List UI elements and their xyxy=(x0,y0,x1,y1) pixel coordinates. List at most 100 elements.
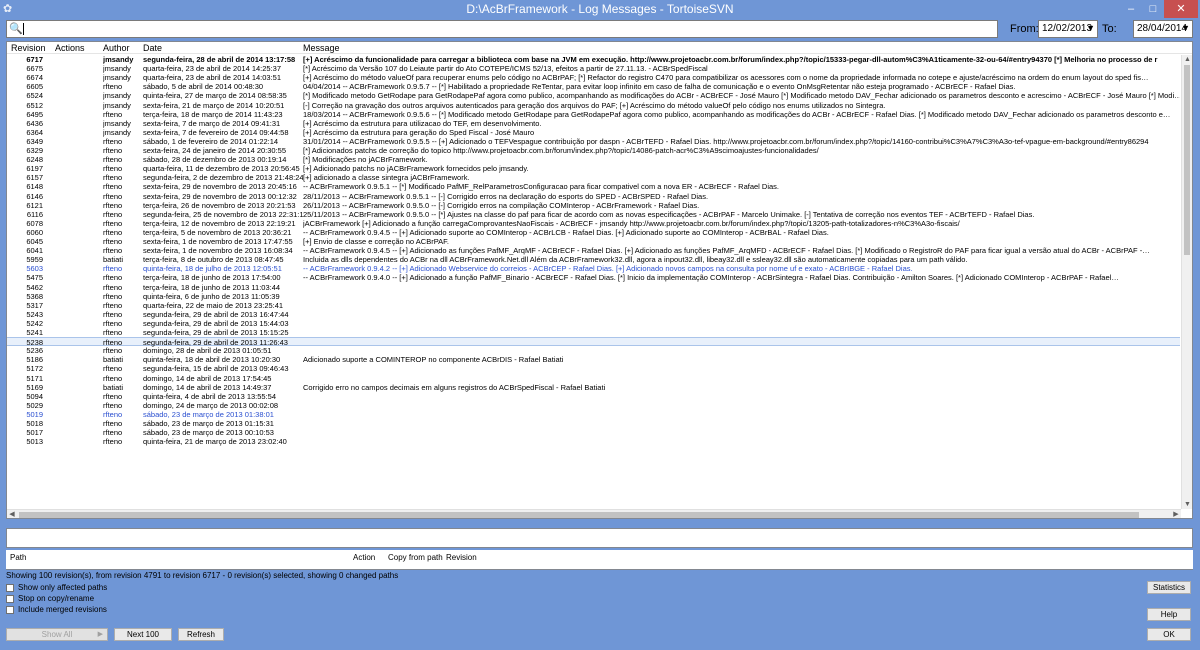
log-row[interactable]: 6060 rfteno terça-feira, 5 de novembro de … xyxy=(7,228,1180,237)
log-row[interactable]: 5017 rfteno sábado, 23 de março de 2013 00… xyxy=(7,428,1180,437)
log-row[interactable]: 6157 rfteno segunda-feira, 2 de dezembro d… xyxy=(7,173,1180,182)
help-button[interactable]: Help xyxy=(1147,608,1191,621)
search-icon[interactable]: 🔍 xyxy=(9,22,23,36)
log-row[interactable]: 6675 jmsandy quarta-feira, 23 de abril de … xyxy=(7,64,1180,73)
log-row[interactable]: 5462 rfteno terça-feira, 18 de junho de 20… xyxy=(7,283,1180,292)
scroll-left-icon[interactable]: ◀ xyxy=(7,510,17,518)
log-row[interactable]: 5172 rfteno segunda-feira, 15 de abril de … xyxy=(7,364,1180,373)
minimize-button[interactable]: – xyxy=(1120,0,1142,18)
from-date-value: 12/02/2013 xyxy=(1042,23,1093,34)
message-cell: 28/11/2013 -- ACBrFramework 0.9.5.1 -- [… xyxy=(303,191,709,201)
date-cell: quinta-feira, 27 de março de 2014 08:58:… xyxy=(143,91,287,101)
revision-cell: 6495 xyxy=(26,109,43,119)
log-row[interactable]: 5475 rfteno terça-feira, 18 de junho de 20… xyxy=(7,273,1180,282)
log-row[interactable]: 5603 rfteno quinta-feira, 18 de julho de 2… xyxy=(7,264,1180,273)
log-row[interactable]: 6605 rfteno sábado, 5 de abril de 2014 00:… xyxy=(7,82,1180,91)
scroll-thumb[interactable] xyxy=(1184,65,1190,255)
log-row[interactable]: 5094 rfteno quinta-feira, 4 de abril de 20… xyxy=(7,392,1180,401)
stop-on-copy-checkbox[interactable]: Stop on copy/rename xyxy=(6,594,94,603)
log-row[interactable]: 5186 batiati quinta-feira, 18 de abril de … xyxy=(7,355,1180,364)
to-date-picker[interactable]: 28/04/2014 ▼ xyxy=(1133,20,1193,38)
changed-paths-list[interactable] xyxy=(6,564,1193,570)
close-button[interactable]: ✕ xyxy=(1164,0,1198,18)
revision-cell: 5019 xyxy=(26,409,43,419)
title-bar: ✿ D:\AcBrFramework - Log Messages - Tort… xyxy=(0,0,1200,18)
horizontal-scrollbar[interactable]: ◀ ▶ xyxy=(7,509,1181,518)
log-row[interactable]: 6078 rfteno terça-feira, 12 de novembro de… xyxy=(7,219,1180,228)
date-cell: terça-feira, 18 de março de 2014 11:43:2… xyxy=(143,109,283,119)
column-path[interactable]: Path xyxy=(10,553,26,562)
column-path-revision[interactable]: Revision xyxy=(446,553,477,562)
next-100-button[interactable]: Next 100 xyxy=(114,628,172,641)
vertical-scrollbar[interactable]: ▲ ▼ xyxy=(1181,55,1192,509)
message-detail-box[interactable] xyxy=(6,528,1193,548)
log-row[interactable]: 6041 rfteno sexta-feira, 1 de novembro de … xyxy=(7,246,1180,255)
column-copy-from[interactable]: Copy from path xyxy=(388,553,443,562)
log-row[interactable]: 5243 rfteno segunda-feira, 29 de abril de … xyxy=(7,310,1180,319)
log-row[interactable]: 5959 batiati terça-feira, 8 de outubro de … xyxy=(7,255,1180,264)
ok-button[interactable]: OK xyxy=(1147,628,1191,641)
log-row[interactable]: 5236 rfteno domingo, 28 de abril de 2013 0… xyxy=(7,346,1180,355)
from-date-picker[interactable]: 12/02/2013 ▼ xyxy=(1038,20,1098,38)
search-input[interactable]: 🔍 xyxy=(6,20,998,38)
message-cell: [+] adicionado a classe sintegra jACBrFr… xyxy=(303,173,470,183)
author-cell: rfteno xyxy=(103,437,123,447)
log-row[interactable]: 6045 rfteno sexta-feira, 1 de novembro de … xyxy=(7,237,1180,246)
chevron-down-icon[interactable]: ▼ xyxy=(1086,23,1095,33)
revision-cell: 5368 xyxy=(26,291,43,301)
message-cell: 04/04/2014 -- ACBrFramework 0.9.5.7 -- [… xyxy=(303,82,1016,92)
log-row[interactable]: 5019 rfteno sábado, 23 de março de 2013 01… xyxy=(7,410,1180,419)
log-row[interactable]: 6674 jmsandy quarta-feira, 23 de abril de … xyxy=(7,73,1180,82)
log-row[interactable]: 6148 rfteno sexta-feira, 29 de novembro de… xyxy=(7,182,1180,191)
log-list[interactable]: Revision Actions Author Date Message 671… xyxy=(6,41,1193,519)
revision-cell: 6605 xyxy=(26,82,43,92)
scroll-down-icon[interactable]: ▼ xyxy=(1182,500,1192,509)
log-row[interactable]: 6146 rfteno sexta-feira, 29 de novembro de… xyxy=(7,192,1180,201)
column-revision[interactable]: Revision xyxy=(11,43,46,53)
show-all-button[interactable]: Show All ▶ xyxy=(6,628,108,641)
log-row[interactable]: 5241 rfteno segunda-feira, 29 de abril de … xyxy=(7,328,1180,337)
log-row[interactable]: 6495 rfteno terça-feira, 18 de março de 20… xyxy=(7,110,1180,119)
log-row[interactable]: 6116 rfteno segunda-feira, 25 de novembro … xyxy=(7,210,1180,219)
maximize-button[interactable]: □ xyxy=(1142,0,1164,18)
author-cell: rfteno xyxy=(103,409,123,419)
log-row[interactable]: 6121 rfteno terça-feira, 26 de novembro de… xyxy=(7,201,1180,210)
column-date[interactable]: Date xyxy=(143,43,162,53)
scroll-right-icon[interactable]: ▶ xyxy=(1171,510,1181,518)
log-row[interactable]: 5171 rfteno domingo, 14 de abril de 2013 1… xyxy=(7,374,1180,383)
refresh-button[interactable]: Refresh xyxy=(178,628,224,641)
log-row[interactable]: 5169 batiati domingo, 14 de abril de 2013 … xyxy=(7,383,1180,392)
column-action[interactable]: Action xyxy=(353,553,375,562)
statistics-button[interactable]: Statistics xyxy=(1147,581,1191,594)
log-row[interactable]: 6197 rfteno quarta-feira, 11 de dezembro d… xyxy=(7,164,1180,173)
log-row[interactable]: 6248 rfteno sábado, 28 de dezembro de 2013… xyxy=(7,155,1180,164)
checkbox-icon[interactable] xyxy=(6,583,14,592)
message-cell: [-] Correção na gravação dos outros arqu… xyxy=(303,100,886,110)
log-row[interactable]: 5242 rfteno segunda-feira, 29 de abril de … xyxy=(7,319,1180,328)
log-row[interactable]: 5238 rfteno segunda-feira, 29 de abril de … xyxy=(7,337,1180,347)
checkbox-icon[interactable] xyxy=(6,594,14,603)
column-actions[interactable]: Actions xyxy=(55,43,85,53)
chevron-down-icon[interactable]: ▼ xyxy=(1181,23,1190,33)
log-row[interactable]: 6349 rfteno sábado, 1 de fevereiro de 2014… xyxy=(7,137,1180,146)
show-only-affected-checkbox[interactable]: Show only affected paths xyxy=(6,583,107,592)
log-row[interactable]: 5029 rfteno domingo, 24 de março de 2013 0… xyxy=(7,401,1180,410)
author-cell: jmsandy xyxy=(103,64,131,74)
column-message[interactable]: Message xyxy=(303,43,340,53)
scroll-thumb[interactable] xyxy=(19,512,1139,518)
to-label: To: xyxy=(1102,23,1117,35)
log-row[interactable]: 6717 jmsandy segunda-feira, 28 de abril de… xyxy=(7,55,1180,64)
log-row[interactable]: 6364 jmsandy sexta-feira, 7 de fevereiro d… xyxy=(7,128,1180,137)
log-row[interactable]: 5368 rfteno quinta-feira, 6 de junho de 20… xyxy=(7,292,1180,301)
scroll-up-icon[interactable]: ▲ xyxy=(1182,55,1192,64)
log-row[interactable]: 5317 rfteno quarta-feira, 22 de maio de 20… xyxy=(7,301,1180,310)
column-author[interactable]: Author xyxy=(103,43,130,53)
checkbox-icon[interactable] xyxy=(6,605,14,614)
include-merged-checkbox[interactable]: Include merged revisions xyxy=(6,605,107,614)
log-row[interactable]: 6436 jmsandy sexta-feira, 7 de março de 20… xyxy=(7,119,1180,128)
log-row[interactable]: 5013 rfteno quinta-feira, 21 de março de 2… xyxy=(7,437,1180,446)
log-row[interactable]: 6512 jmsandy sexta-feira, 21 de março de 2… xyxy=(7,101,1180,110)
log-row[interactable]: 5018 rfteno sábado, 23 de março de 2013 01… xyxy=(7,419,1180,428)
log-row[interactable]: 6524 jmsandy quinta-feira, 27 de março de … xyxy=(7,91,1180,100)
log-row[interactable]: 6329 rfteno sexta-feira, 24 de janeiro de … xyxy=(7,146,1180,155)
